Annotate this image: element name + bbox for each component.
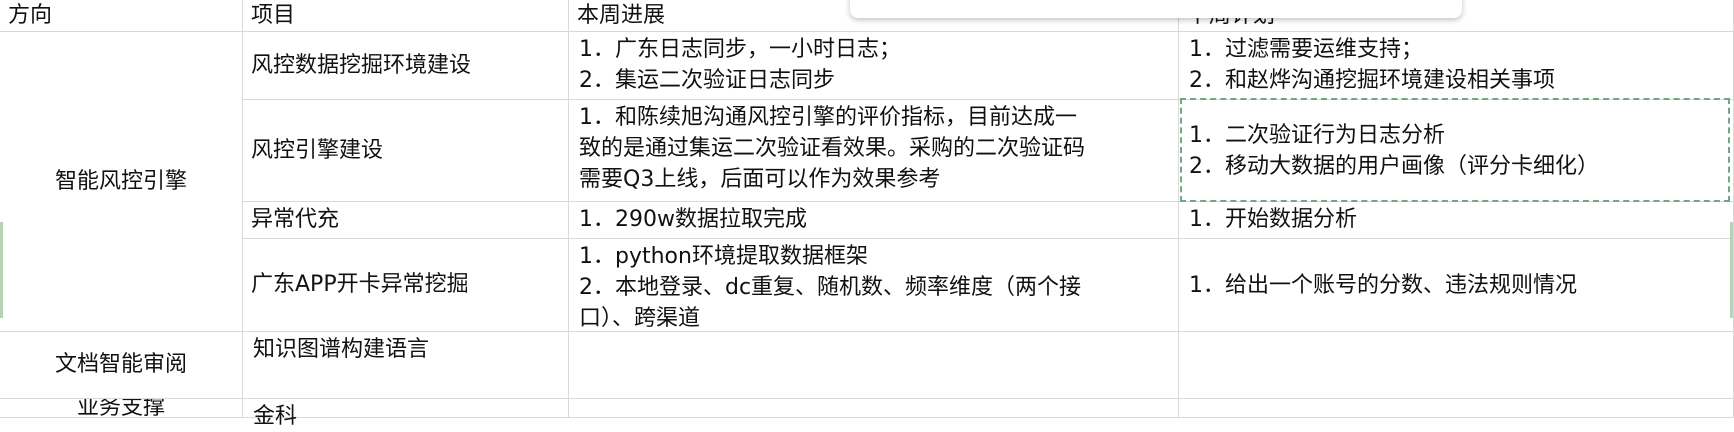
plan-cell[interactable] [1179, 332, 1734, 399]
project-cell[interactable]: 广东APP开卡异常挖掘 [243, 239, 569, 332]
plan-cell[interactable] [1179, 399, 1734, 418]
progress-line: 2．集运二次验证日志同步 [579, 68, 835, 93]
plan-line: 2．和赵烨沟通挖掘环境建设相关事项 [1189, 68, 1555, 93]
progress-line: 1．290w数据拉取完成 [579, 207, 807, 232]
progress-line: 需要Q3上线，后面可以作为效果参考 [579, 167, 941, 192]
progress-line: 1．python环境提取数据框架 [579, 244, 868, 269]
floating-popup-panel[interactable] [850, 0, 1462, 18]
plan-line: 1．给出一个账号的分数、违法规则情况 [1189, 272, 1577, 298]
project-cell[interactable]: 风控数据挖掘环境建设 [243, 32, 569, 100]
progress-line: 1．和陈续旭沟通风控引擎的评价指标，目前达成一 [579, 105, 1077, 130]
header-project[interactable]: 项目 [243, 0, 569, 32]
plan-cell[interactable]: 1．二次验证行为日志分析 2．移动大数据的用户画像（评分卡细化） [1179, 100, 1734, 202]
plan-line: 1．开始数据分析 [1189, 207, 1357, 232]
plan-line: 1．过滤需要运维支持； [1189, 37, 1423, 62]
direction-cell-3[interactable]: 业务支撑 [0, 399, 243, 418]
project-cell[interactable]: 金科 [243, 399, 569, 429]
project-label: 金科 [253, 404, 298, 429]
progress-cell[interactable] [569, 332, 1179, 399]
progress-line: 2．本地登录、dc重复、随机数、频率维度（两个接 [579, 275, 1082, 300]
row-selection-indicator-right [1730, 222, 1733, 318]
progress-line: 致的是通过集运二次验证看效果。采购的二次验证码 [579, 136, 1086, 161]
progress-cell[interactable]: 1．广东日志同步，一小时日志； 2．集运二次验证日志同步 [569, 32, 1179, 100]
plan-cell[interactable]: 1．过滤需要运维支持； 2．和赵烨沟通挖掘环境建设相关事项 [1179, 32, 1734, 100]
project-label: 知识图谱构建语言 [253, 337, 430, 362]
header-direction[interactable]: 方向 [0, 0, 243, 32]
row-selection-indicator-left [0, 222, 3, 318]
progress-line: 口）、跨渠道 [579, 306, 701, 331]
direction-cell-1[interactable]: 智能风控引擎 [0, 32, 243, 332]
project-cell[interactable]: 知识图谱构建语言 [243, 332, 569, 399]
project-cell[interactable]: 异常代充 [243, 202, 569, 239]
plan-line: 1．二次验证行为日志分析 [1189, 122, 1445, 148]
spreadsheet-grid: 方向 项目 本周进展 下周计划 智能风控引擎 文档智能审阅 业务支撑 风控数据挖… [0, 0, 1734, 429]
progress-line: 1．广东日志同步，一小时日志； [579, 37, 901, 62]
plan-line: 2．移动大数据的用户画像（评分卡细化） [1189, 153, 1599, 179]
progress-cell[interactable]: 1．python环境提取数据框架 2．本地登录、dc重复、随机数、频率维度（两个… [569, 239, 1179, 332]
direction-cell-2[interactable]: 文档智能审阅 [0, 332, 243, 399]
project-cell[interactable]: 风控引擎建设 [243, 100, 569, 202]
plan-cell[interactable]: 1．给出一个账号的分数、违法规则情况 [1179, 239, 1734, 332]
plan-cell[interactable]: 1．开始数据分析 [1179, 202, 1734, 239]
progress-cell[interactable] [569, 399, 1179, 418]
progress-cell[interactable]: 1．290w数据拉取完成 [569, 202, 1179, 239]
progress-cell[interactable]: 1．和陈续旭沟通风控引擎的评价指标，目前达成一 致的是通过集运二次验证看效果。采… [569, 100, 1179, 202]
